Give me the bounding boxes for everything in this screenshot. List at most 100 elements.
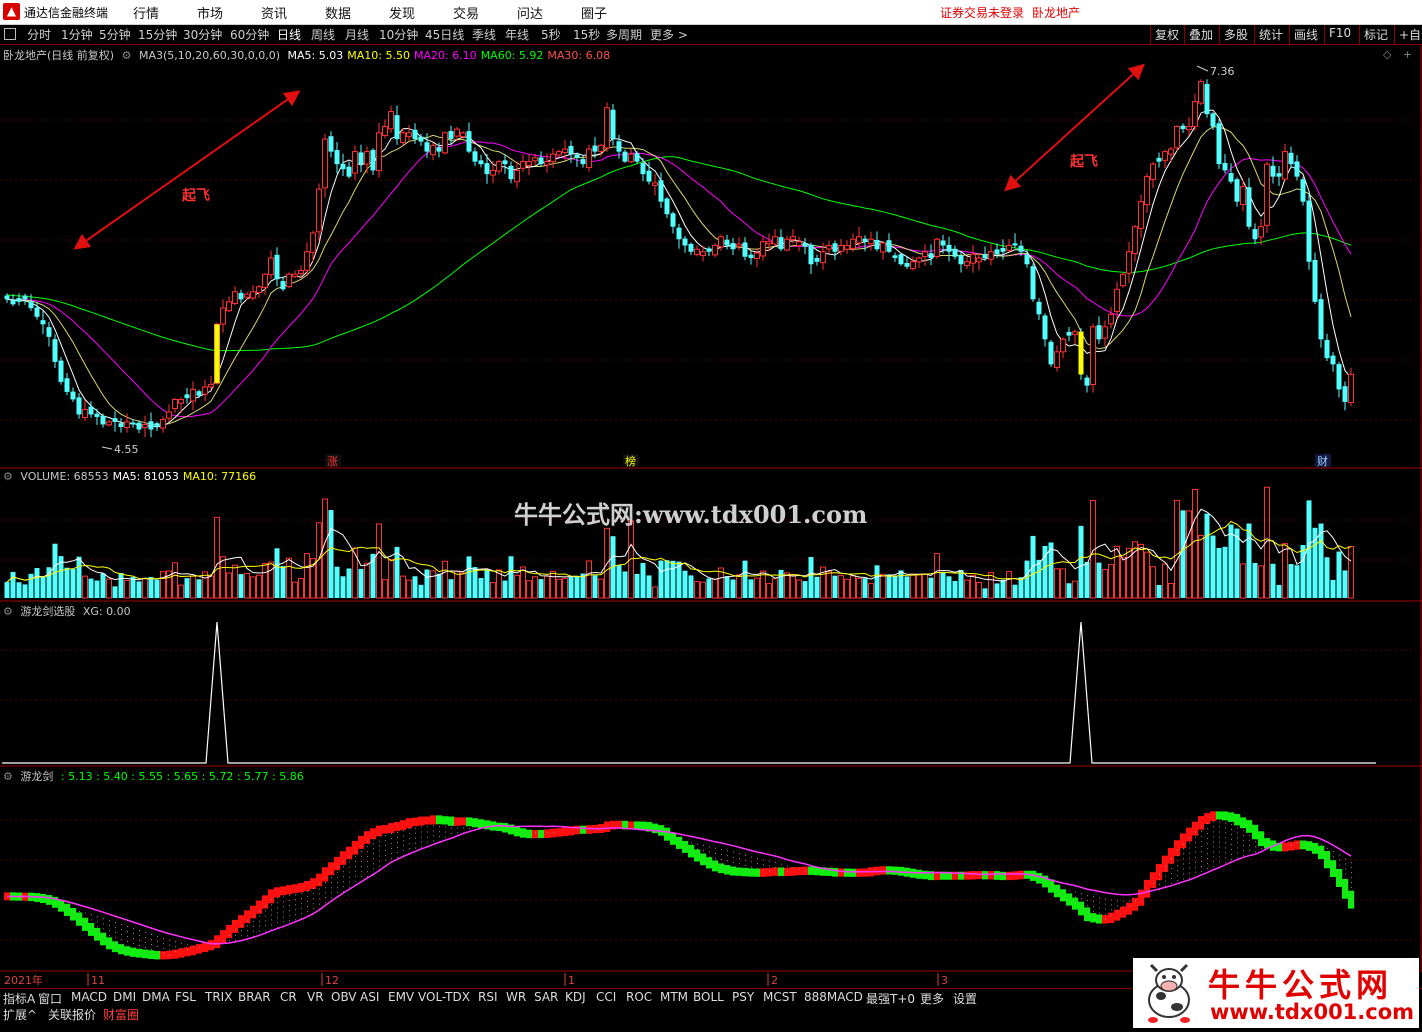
candle-body bbox=[892, 255, 898, 258]
indicator-tab-2[interactable]: MACD bbox=[71, 990, 107, 1004]
indicator-tab-3[interactable]: DMI bbox=[113, 990, 136, 1004]
ylj-fill-dot bbox=[361, 850, 362, 852]
ylj-fill-dot bbox=[289, 910, 290, 912]
marker-bang[interactable]: 榜 bbox=[625, 454, 636, 468]
period-0[interactable]: 分时 bbox=[27, 26, 51, 43]
ylj-fill-dot bbox=[1159, 873, 1160, 875]
indicator-tab-27[interactable]: 设置 bbox=[953, 990, 977, 1007]
diamond-icon[interactable]: ◇ bbox=[1383, 48, 1391, 61]
indicator-tab-25[interactable]: 最强T+0 bbox=[866, 990, 915, 1007]
ylj-fill-dot bbox=[391, 833, 392, 835]
period-3[interactable]: 15分钟 bbox=[138, 26, 177, 43]
period-2[interactable]: 5分钟 bbox=[99, 26, 131, 43]
indicator-tab-24[interactable]: 888MACD bbox=[804, 990, 863, 1004]
menu-ask[interactable]: 问达 bbox=[517, 3, 543, 22]
ylj-fill-dot bbox=[427, 826, 428, 828]
indicator-tab-11[interactable]: ASI bbox=[360, 990, 379, 1004]
xg-settings-icon[interactable]: ⚙ bbox=[3, 605, 13, 618]
indicator-tab-16[interactable]: SAR bbox=[534, 990, 558, 1004]
ylj-fill-dot bbox=[265, 920, 266, 922]
toolbar-mark[interactable]: 标记 bbox=[1359, 25, 1392, 45]
ylj-step bbox=[280, 886, 287, 896]
toolbar-statistics[interactable]: 统计 bbox=[1254, 25, 1287, 45]
period-5[interactable]: 60分钟 bbox=[230, 26, 269, 43]
ylj-fill-dot bbox=[409, 848, 410, 850]
period-9[interactable]: 10分钟 bbox=[379, 26, 418, 43]
indicator-tab-20[interactable]: MTM bbox=[660, 990, 688, 1004]
ylj-settings-icon[interactable]: ⚙ bbox=[3, 770, 13, 783]
indicator-tab-8[interactable]: CR bbox=[280, 990, 297, 1004]
toolbar-f10[interactable]: F10 bbox=[1324, 25, 1355, 45]
ylj-fill-dot bbox=[139, 939, 140, 941]
indicator-tab-10[interactable]: OBV bbox=[331, 990, 357, 1004]
indicator-tab-4[interactable]: DMA bbox=[142, 990, 170, 1004]
indicator-tab-21[interactable]: BOLL bbox=[693, 990, 724, 1004]
ylj-fill-dot bbox=[391, 838, 392, 840]
candle-body bbox=[646, 170, 652, 182]
plus-icon[interactable]: + bbox=[1403, 48, 1412, 61]
indicator-tab-18[interactable]: CCI bbox=[596, 990, 616, 1004]
ylj-fill-dot bbox=[115, 932, 116, 934]
indicator-tab-0[interactable]: 指标A bbox=[3, 990, 35, 1007]
candle-body bbox=[94, 413, 100, 417]
tab-related-quotes[interactable]: 关联报价 bbox=[48, 1006, 96, 1023]
indicator-tab-26[interactable]: 更多 bbox=[920, 990, 944, 1007]
menu-news[interactable]: 资讯 bbox=[261, 3, 287, 22]
period-8[interactable]: 月线 bbox=[345, 26, 369, 43]
marker-zhang[interactable]: 涨 bbox=[327, 455, 338, 468]
period-4[interactable]: 30分钟 bbox=[183, 26, 222, 43]
period-13[interactable]: 5秒 bbox=[541, 26, 561, 43]
volume-bar bbox=[430, 570, 436, 599]
indicator-tab-9[interactable]: VR bbox=[307, 990, 324, 1004]
volume-bar bbox=[1240, 563, 1246, 599]
menu-circle[interactable]: 圈子 bbox=[581, 3, 607, 22]
period-6[interactable]: 日线 bbox=[277, 26, 301, 43]
toolbar-add-watchlist[interactable]: +自选 bbox=[1394, 25, 1422, 45]
settings-gear-icon[interactable]: ⚙ bbox=[122, 49, 132, 62]
menu-trade[interactable]: 交易 bbox=[453, 3, 479, 22]
promo-url[interactable]: www.tdx001.com bbox=[1210, 1000, 1414, 1024]
indicator-tab-17[interactable]: KDJ bbox=[565, 990, 586, 1004]
indicator-tab-15[interactable]: WR bbox=[506, 990, 526, 1004]
ylj-fill-dot bbox=[1237, 837, 1238, 839]
menu-market[interactable]: 市场 bbox=[197, 3, 223, 22]
toolbar-multi-stock[interactable]: 多股 bbox=[1219, 25, 1252, 45]
indicator-tab-5[interactable]: FSL bbox=[175, 990, 196, 1004]
period-10[interactable]: 45日线 bbox=[425, 26, 464, 43]
candle-body bbox=[844, 244, 850, 250]
tab-expand[interactable]: 扩展^ bbox=[3, 1006, 37, 1023]
menu-quotes[interactable]: 行情 bbox=[133, 3, 159, 22]
ylj-fill-dot bbox=[385, 834, 386, 836]
ylj-fill-dot bbox=[271, 899, 272, 901]
period-15[interactable]: 多周期 bbox=[606, 26, 642, 43]
volume-settings-icon[interactable]: ⚙ bbox=[3, 470, 13, 483]
volume-bar bbox=[412, 576, 418, 598]
period-14[interactable]: 15秒 bbox=[573, 26, 600, 43]
indicator-tab-7[interactable]: BRAR bbox=[238, 990, 271, 1004]
kline-chart[interactable]: 起飞 起飞 7.36 4.55 涨 榜 财 牛牛公式网:www.tdx001.c… bbox=[0, 45, 1422, 988]
period-16[interactable]: 更多 > bbox=[650, 26, 688, 43]
ylj-fill-dot bbox=[1177, 880, 1178, 882]
period-1[interactable]: 1分钟 bbox=[61, 26, 93, 43]
tab-wealth-circle[interactable]: 财富圈 bbox=[103, 1006, 139, 1023]
toolbar-overlay[interactable]: 叠加 bbox=[1184, 25, 1217, 45]
toolbar-fuquan[interactable]: 复权 bbox=[1150, 25, 1183, 45]
panel-toggle-icon[interactable] bbox=[4, 28, 16, 40]
indicator-tab-13[interactable]: VOL-TDX bbox=[418, 990, 470, 1004]
login-status[interactable]: 证券交易未登录 bbox=[940, 4, 1024, 21]
period-11[interactable]: 季线 bbox=[472, 26, 496, 43]
indicator-tab-1[interactable]: 窗口 bbox=[38, 990, 62, 1007]
toolbar-draw-line[interactable]: 画线 bbox=[1289, 25, 1322, 45]
indicator-tab-19[interactable]: ROC bbox=[626, 990, 652, 1004]
menu-discover[interactable]: 发现 bbox=[389, 3, 415, 22]
indicator-tab-22[interactable]: PSY bbox=[732, 990, 754, 1004]
indicator-tab-6[interactable]: TRIX bbox=[205, 990, 232, 1004]
indicator-tab-23[interactable]: MCST bbox=[763, 990, 797, 1004]
ylj-fill-dot bbox=[109, 925, 110, 927]
period-12[interactable]: 年线 bbox=[505, 26, 529, 43]
marker-cai[interactable]: 财 bbox=[1317, 454, 1328, 468]
menu-data[interactable]: 数据 bbox=[325, 3, 351, 22]
period-7[interactable]: 周线 bbox=[311, 26, 335, 43]
indicator-tab-12[interactable]: EMV bbox=[388, 990, 414, 1004]
indicator-tab-14[interactable]: RSI bbox=[478, 990, 498, 1004]
